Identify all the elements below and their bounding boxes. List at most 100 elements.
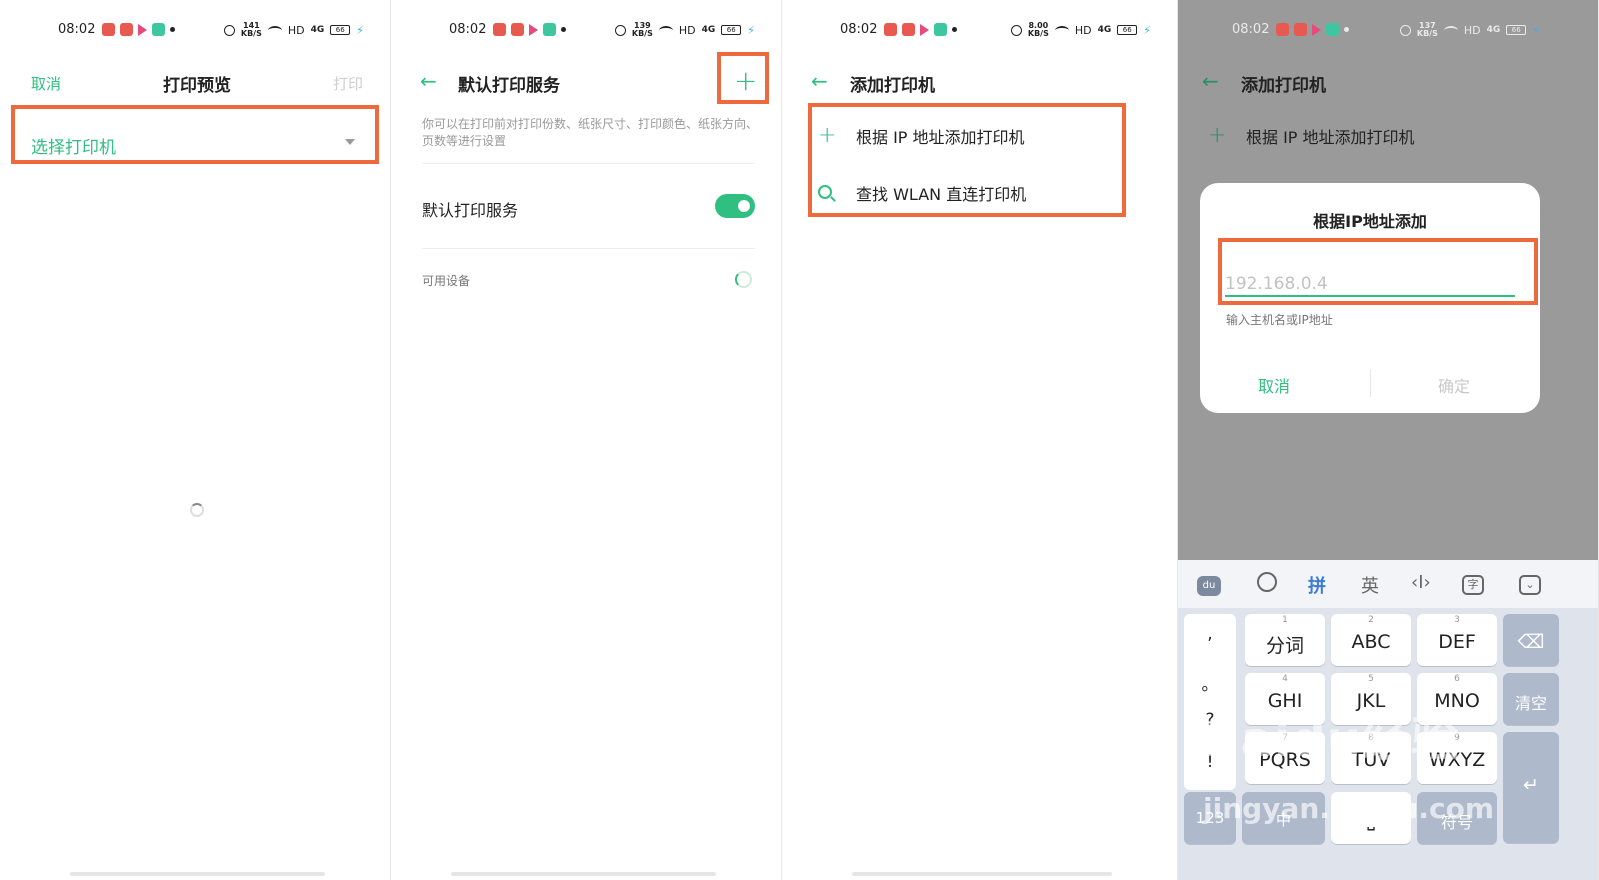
wlan-direct-item[interactable]: 查找 WLAN 直连打印机 <box>818 180 1026 205</box>
cancel-button[interactable]: 取消 <box>1258 373 1290 397</box>
page-title: 添加打印机 <box>850 76 935 96</box>
signal-icon: 4G <box>310 25 325 35</box>
pinyin-mode-button[interactable]: 拼 <box>1308 572 1326 598</box>
key-3[interactable]: 3 DEF <box>1417 614 1497 666</box>
system-icons: 141 KB/S HD 4G 66 ⚡ <box>223 21 364 38</box>
more-dot-icon <box>170 27 175 32</box>
charging-icon: ⚡ <box>1143 23 1151 37</box>
charging-icon: ⚡ <box>747 23 755 37</box>
notification-icons <box>884 23 957 36</box>
backspace-icon: ⌫ <box>1517 631 1545 653</box>
home-indicator <box>852 872 1112 876</box>
print-button[interactable]: 打印 <box>333 73 363 94</box>
available-devices-header: 可用设备 <box>422 274 471 288</box>
app-icon <box>511 23 524 36</box>
clock: 08:02 <box>449 22 487 37</box>
ime-keyboard: du 拼 英 ‹I› 字 ⌄ , 。 ? ! 1 分词 2 ABC 3 DEF ⌫ 4… <box>1178 560 1598 880</box>
key-1[interactable]: 1 分词 <box>1245 614 1325 666</box>
loading-spinner-icon <box>735 271 752 288</box>
loading-spinner-icon <box>190 503 204 517</box>
cursor-icon[interactable]: ‹I› <box>1411 572 1431 593</box>
video-app-icon <box>920 23 929 36</box>
default-print-service-screen: 08:02 139 KB/S HD 4G 66 ⚡ ← 默认打印服务 + 你可以在… <box>391 0 782 880</box>
app-icon <box>493 23 506 36</box>
wlan-direct-label: 查找 WLAN 直连打印机 <box>856 184 1027 204</box>
app-icon <box>884 23 897 36</box>
notification-icons <box>493 23 566 36</box>
app-icon <box>120 23 133 36</box>
wifi-icon <box>658 25 673 35</box>
wifi-icon <box>267 25 282 35</box>
watermark-url: jingyan.baidu.com <box>1203 792 1495 825</box>
system-icons: 139 KB/S HD 4G 66 ⚡ <box>614 22 755 38</box>
system-icons: 8.00 KB/S HD 4G 66 ⚡ <box>1010 21 1151 38</box>
add-by-ip-dialog-screen: 08:02 137 KB/S HD 4G 66 ⚡ ← 添加打印机 + 根据 IP… <box>1178 0 1599 880</box>
alarm-icon <box>223 24 235 36</box>
clear-key[interactable]: 清空 <box>1503 673 1559 725</box>
collapse-keyboard-icon[interactable]: ⌄ <box>1519 572 1541 595</box>
default-service-label: 默认打印服务 <box>422 201 519 220</box>
signal-icon: 4G <box>1486 25 1501 35</box>
default-service-toggle[interactable] <box>715 194 755 218</box>
status-bar: 08:02 8.00 KB/S HD 4G 66 ⚡ <box>782 14 1177 46</box>
select-printer-dropdown[interactable]: 选择打印机 <box>31 133 116 158</box>
emoji-icon[interactable] <box>1257 572 1277 597</box>
add-by-ip-item[interactable]: + 根据 IP 地址添加打印机 <box>1208 123 1415 148</box>
alarm-icon <box>614 24 626 36</box>
hd-label: HD <box>1074 23 1092 37</box>
app-icon <box>902 23 915 36</box>
clock: 08:02 <box>58 22 96 37</box>
confirm-button[interactable]: 确定 <box>1438 373 1470 397</box>
app-icon <box>1276 23 1289 36</box>
back-arrow-icon[interactable]: ← <box>420 69 437 93</box>
network-speed: 8.00 KB/S <box>1027 21 1049 38</box>
hd-label: HD <box>287 23 305 37</box>
app-icon <box>1294 23 1307 36</box>
app-icon <box>934 23 947 36</box>
backspace-key[interactable]: ⌫ <box>1503 614 1559 666</box>
keyboard-toolbar: du 拼 英 ‹I› 字 ⌄ <box>1178 560 1598 608</box>
clock: 08:02 <box>840 22 878 37</box>
add-printer-button[interactable]: + <box>734 64 757 97</box>
baidu-ime-logo-icon[interactable]: du <box>1197 572 1221 596</box>
cancel-button[interactable]: 取消 <box>31 73 61 94</box>
punctuation-key[interactable]: 。 <box>1184 670 1236 695</box>
ip-input-hint: 输入主机名或IP地址 <box>1226 313 1333 327</box>
add-by-ip-item[interactable]: + 根据 IP 地址添加打印机 <box>818 123 1025 148</box>
wifi-icon <box>1443 25 1458 35</box>
app-icon <box>152 23 165 36</box>
divider <box>1370 369 1371 397</box>
status-bar: 08:02 139 KB/S HD 4G 66 ⚡ <box>391 14 781 46</box>
back-arrow-icon[interactable]: ← <box>1202 69 1219 93</box>
network-speed: 141 KB/S <box>240 21 262 38</box>
home-indicator <box>451 872 716 876</box>
hd-label: HD <box>1463 23 1481 37</box>
charging-icon: ⚡ <box>1532 23 1540 37</box>
enter-key[interactable]: ↵ <box>1503 732 1559 843</box>
key-2[interactable]: 2 ABC <box>1331 614 1411 666</box>
divider <box>422 248 755 249</box>
chevron-down-icon[interactable] <box>345 139 355 145</box>
punctuation-key[interactable]: , <box>1184 624 1236 644</box>
home-indicator <box>70 872 325 876</box>
enter-icon: ↵ <box>1523 774 1539 796</box>
add-printer-screen: 08:02 8.00 KB/S HD 4G 66 ⚡ ← 添加打印机 + 根据 I… <box>782 0 1178 880</box>
text-recognition-icon[interactable]: 字 <box>1462 572 1484 595</box>
app-icon <box>102 23 115 36</box>
status-bar: 08:02 141 KB/S HD 4G 66 ⚡ <box>0 14 390 46</box>
add-by-ip-label: 根据 IP 地址添加打印机 <box>1246 127 1415 147</box>
battery-icon: 66 <box>1506 25 1527 35</box>
app-icon <box>1326 23 1339 36</box>
dialog-title: 根据IP地址添加 <box>1313 212 1427 231</box>
network-speed: 137 KB/S <box>1416 21 1438 38</box>
clock: 08:02 <box>1232 22 1270 37</box>
video-app-icon <box>529 23 538 36</box>
page-title: 默认打印服务 <box>458 76 560 96</box>
app-icon <box>543 23 556 36</box>
english-mode-button[interactable]: 英 <box>1361 572 1379 598</box>
divider <box>422 163 755 164</box>
back-arrow-icon[interactable]: ← <box>811 69 828 93</box>
more-dot-icon <box>952 27 957 32</box>
charging-icon: ⚡ <box>356 23 364 37</box>
signal-icon: 4G <box>701 25 716 35</box>
